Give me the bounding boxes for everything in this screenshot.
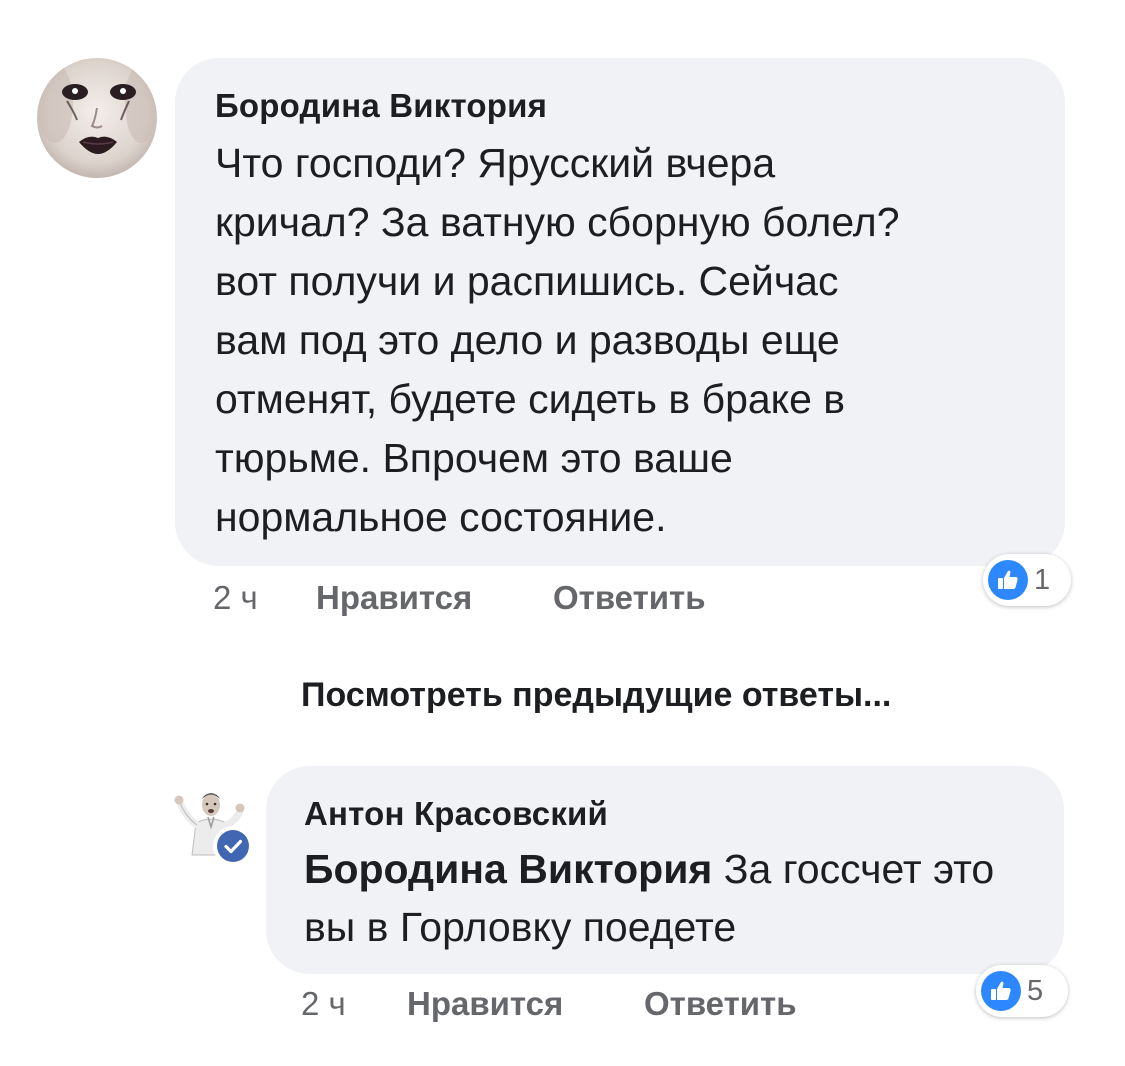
reaction-badge[interactable]: 5 [976,965,1068,1017]
thumbs-up-icon [988,560,1028,600]
view-previous-replies-link[interactable]: Посмотреть предыдущие ответы... [301,673,891,717]
reaction-count: 1 [1034,563,1051,596]
reply-time[interactable]: 2 ч [301,984,346,1024]
reply-button[interactable]: Ответить [553,578,706,618]
thumbs-up-icon [981,971,1021,1011]
avatar-borodina[interactable] [37,58,157,178]
reply-text: Бородина Виктория За госсчет это вы в Го… [304,840,1026,956]
reply-mention[interactable]: Бородина Виктория [304,846,712,892]
reaction-count: 5 [1027,974,1044,1007]
comment-text: Что господи? Ярусский вчера кричал? За в… [215,140,900,540]
comment-time[interactable]: 2 ч [213,578,258,618]
like-button[interactable]: Нравится [407,984,563,1024]
reply-bubble: Антон Красовский Бородина Виктория За го… [266,766,1064,974]
reaction-badge[interactable]: 1 [983,554,1071,606]
verified-badge [213,826,253,866]
like-button[interactable]: Нравится [316,578,472,618]
reply-button[interactable]: Ответить [644,984,797,1024]
reply-author[interactable]: Антон Красовский [304,794,1026,834]
comment-author[interactable]: Бородина Виктория [215,86,1025,126]
checkmark-icon [217,830,249,862]
comment-bubble: Бородина Виктория Что господи? Ярусский … [175,58,1065,566]
